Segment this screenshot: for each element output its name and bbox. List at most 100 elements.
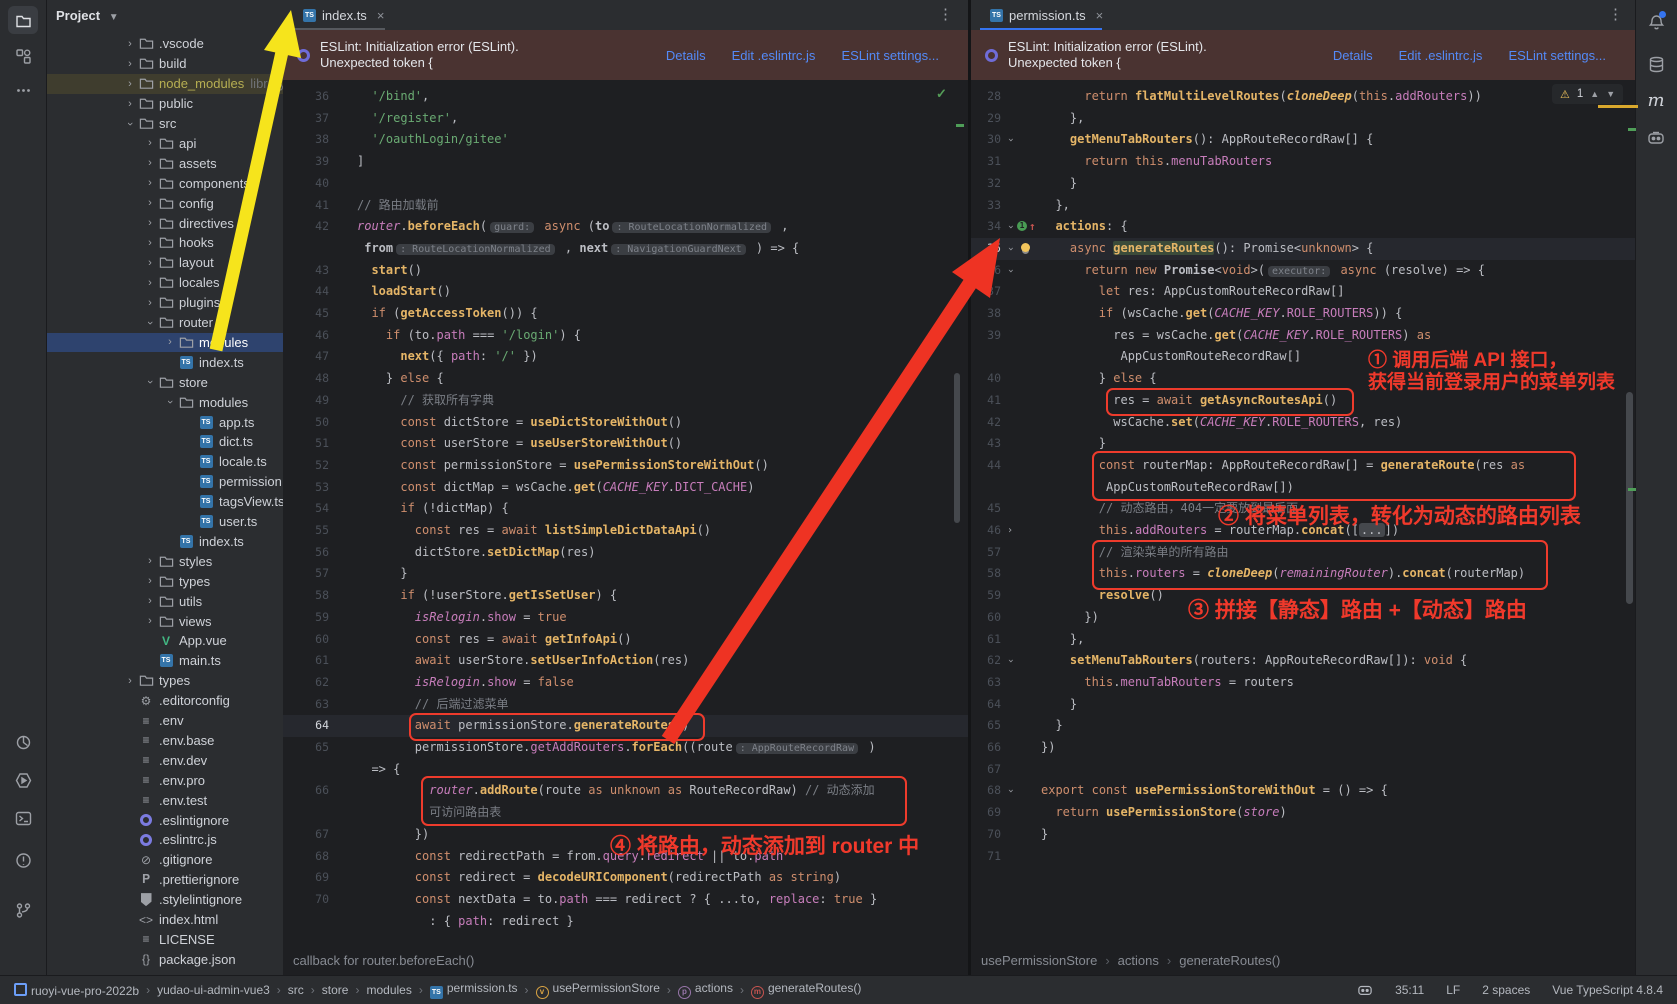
tree-item-LICENSE[interactable]: ≡LICENSE bbox=[46, 930, 283, 950]
line-number[interactable]: 36 bbox=[973, 260, 1001, 282]
details-link[interactable]: Details bbox=[1333, 48, 1373, 63]
line-number[interactable]: 46 bbox=[973, 520, 1001, 542]
chevron-down-icon[interactable]: › bbox=[143, 376, 157, 388]
ai-assistant-icon[interactable] bbox=[1641, 124, 1671, 152]
code-line-43[interactable]: 43 start() bbox=[283, 260, 969, 282]
line-number[interactable]: 58 bbox=[973, 563, 1001, 585]
line-number[interactable]: 57 bbox=[973, 542, 1001, 564]
line-number[interactable]: 49 bbox=[297, 390, 329, 412]
more-tools-icon[interactable] bbox=[8, 76, 38, 104]
breadcrumb-item[interactable]: modules bbox=[366, 983, 411, 997]
git-branch-icon[interactable] bbox=[8, 896, 38, 924]
code-line-30[interactable]: 30› getMenuTabRouters(): AppRouteRecordR… bbox=[971, 129, 1636, 151]
line-number[interactable]: 57 bbox=[297, 563, 329, 585]
chevron-right-icon[interactable]: › bbox=[143, 555, 157, 567]
project-panel-header[interactable]: Project ▼ bbox=[56, 8, 119, 23]
breadcrumb-item[interactable]: vusePermissionStore bbox=[536, 981, 660, 999]
chevron-right-icon[interactable]: › bbox=[163, 336, 177, 348]
tree-item-hooks[interactable]: ›hooks bbox=[46, 233, 283, 253]
typescript-version[interactable]: Vue TypeScript 4.8.4 bbox=[1552, 983, 1663, 997]
tree-item-router[interactable]: ›router bbox=[46, 313, 283, 333]
line-number[interactable]: 63 bbox=[973, 672, 1001, 694]
line-number[interactable]: 55 bbox=[297, 520, 329, 542]
tree-item-user.ts[interactable]: TSuser.ts bbox=[46, 512, 283, 532]
tree-item-build[interactable]: ›build bbox=[46, 54, 283, 74]
line-number[interactable]: 54 bbox=[297, 498, 329, 520]
code-line-66[interactable]: 66 router.addRoute(route as unknown as R… bbox=[283, 780, 969, 802]
tab-options-kebab-icon[interactable]: ⋮ bbox=[938, 6, 953, 24]
chevron-right-icon[interactable]: › bbox=[143, 297, 157, 309]
code-line-32[interactable]: 32 } bbox=[971, 173, 1636, 195]
details-link[interactable]: Details bbox=[666, 48, 706, 63]
tree-item-App.vue[interactable]: VApp.vue bbox=[46, 631, 283, 651]
tree-item-.env.dev[interactable]: ≡.env.dev bbox=[46, 750, 283, 770]
editor-permission-ts[interactable]: 28 return flatMultiLevelRoutes(cloneDeep… bbox=[971, 80, 1636, 945]
chevron-right-icon[interactable]: › bbox=[123, 98, 137, 110]
code-line-62[interactable]: 62› setMenuTabRouters(routers: AppRouteR… bbox=[971, 650, 1636, 672]
line-number[interactable]: 51 bbox=[297, 433, 329, 455]
fold-chevron-down-icon[interactable]: › bbox=[1007, 129, 1013, 151]
line-number[interactable]: 39 bbox=[297, 151, 329, 173]
tab-options-kebab-icon[interactable]: ⋮ bbox=[1608, 6, 1623, 24]
line-number[interactable]: 43 bbox=[973, 433, 1001, 455]
tree-item-.vscode[interactable]: ›.vscode bbox=[46, 34, 283, 54]
gutter-override-icon[interactable]: ↑ bbox=[1029, 216, 1041, 228]
editor-index-ts[interactable]: 36 '/bind',37 '/register',38 '/oauthLogi… bbox=[283, 80, 969, 945]
database-icon[interactable] bbox=[1641, 50, 1671, 78]
line-number[interactable]: 69 bbox=[973, 802, 1001, 824]
code-line-36[interactable]: 36› return new Promise<void>(executor: a… bbox=[971, 260, 1636, 282]
close-icon[interactable]: × bbox=[377, 8, 385, 23]
line-number[interactable]: 60 bbox=[973, 607, 1001, 629]
code-line-56[interactable]: 56 dictStore.setDictMap(res) bbox=[283, 542, 969, 564]
notifications-bell-icon[interactable] bbox=[1641, 8, 1671, 36]
line-number[interactable]: 44 bbox=[973, 455, 1001, 477]
breadcrumb-item[interactable]: TSpermission.ts bbox=[430, 981, 518, 999]
tree-item-index.html[interactable]: <>index.html bbox=[46, 910, 283, 930]
line-number[interactable]: 44 bbox=[297, 281, 329, 303]
tree-item-config[interactable]: ›config bbox=[46, 193, 283, 213]
tree-item-plugins[interactable]: ›plugins bbox=[46, 293, 283, 313]
chevron-right-icon[interactable]: › bbox=[143, 615, 157, 627]
edit-eslintrc-link[interactable]: Edit .eslintrc.js bbox=[732, 48, 816, 63]
code-line-55[interactable]: 55 const res = await listSimpleDictDataA… bbox=[283, 520, 969, 542]
code-line-60[interactable]: 60 }) bbox=[971, 607, 1636, 629]
line-number[interactable]: 42 bbox=[297, 216, 329, 238]
code-line-40[interactable]: 40 bbox=[283, 173, 969, 195]
intention-bulb-icon[interactable] bbox=[1021, 243, 1030, 252]
tree-item-.env.pro[interactable]: ≡.env.pro bbox=[46, 770, 283, 790]
eslint-settings-link[interactable]: ESLint settings... bbox=[1508, 48, 1606, 63]
code-line-64[interactable]: 64 } bbox=[971, 694, 1636, 716]
code-line-wrap[interactable]: => { bbox=[283, 759, 969, 781]
line-number[interactable]: 41 bbox=[973, 390, 1001, 412]
line-number[interactable]: 70 bbox=[297, 889, 329, 911]
chevron-right-icon[interactable]: › bbox=[123, 675, 137, 687]
code-line-70[interactable]: 70 const nextData = to.path === redirect… bbox=[283, 889, 969, 911]
tree-item-locale.ts[interactable]: TSlocale.ts bbox=[46, 452, 283, 472]
code-line-58[interactable]: 58 this.routers = cloneDeep(remainingRou… bbox=[971, 563, 1636, 585]
tree-item-permission.ts[interactable]: TSpermission.ts bbox=[46, 472, 283, 492]
line-number[interactable]: 63 bbox=[297, 694, 329, 716]
code-line-58[interactable]: 58 if (!userStore.getIsSetUser) { bbox=[283, 585, 969, 607]
line-number[interactable]: 32 bbox=[973, 173, 1001, 195]
tree-item-.eslintignore[interactable]: .eslintignore bbox=[46, 810, 283, 830]
code-line-61[interactable]: 61 await userStore.setUserInfoAction(res… bbox=[283, 650, 969, 672]
services-icon[interactable] bbox=[8, 766, 38, 794]
code-line-59[interactable]: 59 resolve() bbox=[971, 585, 1636, 607]
chevron-right-icon[interactable]: › bbox=[123, 58, 137, 70]
tree-item-main.ts[interactable]: TSmain.ts bbox=[46, 651, 283, 671]
tree-item-.gitignore[interactable]: ⊘.gitignore bbox=[46, 850, 283, 870]
code-line-64[interactable]: 64 await permissionStore.generateRoutes(… bbox=[283, 715, 969, 737]
code-line-67[interactable]: 67 bbox=[971, 759, 1636, 781]
code-line-50[interactable]: 50 const dictStore = useDictStoreWithOut… bbox=[283, 412, 969, 434]
eslint-settings-link[interactable]: ESLint settings... bbox=[841, 48, 939, 63]
code-line-60[interactable]: 60 const res = await getInfoApi() bbox=[283, 629, 969, 651]
line-number[interactable]: 40 bbox=[297, 173, 329, 195]
line-number[interactable]: 53 bbox=[297, 477, 329, 499]
chevron-right-icon[interactable]: › bbox=[143, 137, 157, 149]
line-number[interactable]: 34 bbox=[973, 216, 1001, 238]
context-method[interactable]: generateRoutes() bbox=[1179, 953, 1280, 968]
indent-setting[interactable]: 2 spaces bbox=[1482, 983, 1530, 997]
code-line-47[interactable]: 47 next({ path: '/' }) bbox=[283, 346, 969, 368]
line-number[interactable]: 62 bbox=[973, 650, 1001, 672]
code-line-52[interactable]: 52 const permissionStore = usePermission… bbox=[283, 455, 969, 477]
